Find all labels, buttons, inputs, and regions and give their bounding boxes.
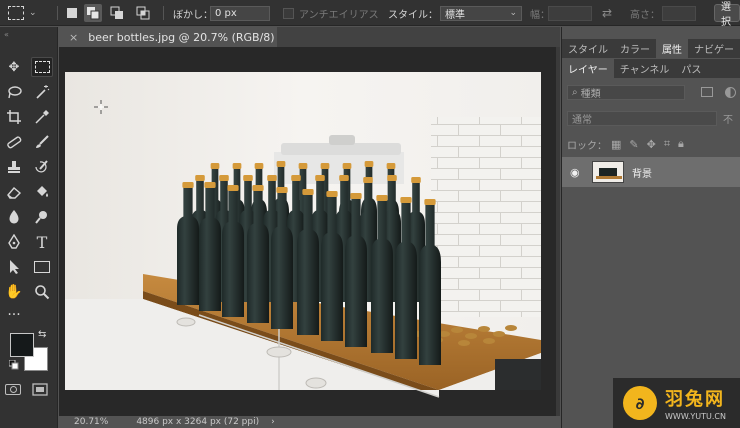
divider xyxy=(57,6,58,20)
document-dimensions: 4896 px x 3264 px (72 ppi) xyxy=(136,417,260,427)
crop-tool-icon[interactable] xyxy=(3,107,25,127)
add-selection-icon xyxy=(84,4,102,22)
checkbox-box xyxy=(283,7,294,19)
lock-paint-icon[interactable]: ✎ xyxy=(629,138,638,151)
height-label: 高さ： xyxy=(630,9,660,21)
rectangular-marquee-icon xyxy=(8,6,24,20)
feather-label: ぼかし： xyxy=(173,9,213,21)
dodge-tool-icon[interactable] xyxy=(31,207,53,227)
blend-mode-select[interactable]: 通常 xyxy=(567,110,717,126)
search-icon: ⌕ xyxy=(572,86,578,98)
layer-filter-select[interactable]: ⌕ 種類 xyxy=(567,84,685,100)
style-select[interactable]: 標準 ⌄ xyxy=(440,5,522,21)
more-tools-icon[interactable]: ··· xyxy=(3,305,25,325)
filter-pixel-icon[interactable] xyxy=(701,87,713,97)
chevron-down-icon: ⌄ xyxy=(509,8,517,18)
lock-transparent-icon[interactable]: ▦ xyxy=(611,138,621,151)
filter-kind-value: 種類 xyxy=(580,88,601,100)
watermark-url: WWW.YUTU.CN xyxy=(665,412,726,421)
height-input[interactable] xyxy=(662,5,696,21)
magic-wand-tool-icon[interactable] xyxy=(31,82,53,102)
type-tool-icon[interactable]: T xyxy=(31,232,53,252)
hand-tool-icon[interactable]: ✋ xyxy=(3,282,25,302)
layer-thumbnail xyxy=(592,161,624,183)
swap-colors-icon[interactable]: ⇆ xyxy=(38,329,46,340)
history-brush-tool-icon[interactable] xyxy=(31,157,53,177)
tools-panel: « ✥ T ✋ ··· ⇆ xyxy=(0,27,58,428)
filter-adjustment-icon[interactable] xyxy=(725,86,736,98)
rectangular-marquee-tool-icon[interactable] xyxy=(31,57,53,77)
style-label: スタイル： xyxy=(388,9,438,21)
lock-label: ロック： xyxy=(567,140,607,152)
select-and-mask-button[interactable]: 選択 xyxy=(714,2,740,28)
screen-mode-icon[interactable] xyxy=(32,383,48,400)
options-bar: ⌄ ぼかし： 0 px アンチエイリアス スタイル： 標準 ⌄ 幅： ⇄ 高さ：… xyxy=(0,0,740,28)
healing-brush-tool-icon[interactable] xyxy=(3,132,25,152)
rabbit-logo-icon: ∂ xyxy=(623,386,657,420)
intersect-selection-button[interactable] xyxy=(136,0,150,26)
eyedropper-tool-icon[interactable] xyxy=(31,107,53,127)
opacity-label: 不 xyxy=(723,114,733,126)
tab-navigator[interactable]: ナビゲー xyxy=(688,39,740,58)
eraser-tool-icon[interactable] xyxy=(3,182,25,202)
swap-width-height-icon[interactable]: ⇄ xyxy=(602,0,612,26)
collapse-arrows-icon[interactable]: « xyxy=(4,30,9,39)
tab-styles[interactable]: スタイル xyxy=(562,39,614,58)
intersect-selection-icon xyxy=(136,6,150,20)
antialias-checkbox[interactable]: アンチエイリアス xyxy=(283,0,379,26)
divider xyxy=(163,6,164,20)
width-label: 幅： xyxy=(530,9,550,21)
zoom-level[interactable]: 20.71% xyxy=(74,417,108,427)
watermark-brand: 羽兔网 xyxy=(665,389,725,410)
antialias-label: アンチエイリアス xyxy=(299,9,379,21)
quick-mask-icon[interactable] xyxy=(5,384,21,395)
clone-stamp-tool-icon[interactable] xyxy=(3,157,25,177)
add-to-selection-button[interactable] xyxy=(84,0,102,26)
canvas-scrollbar[interactable] xyxy=(556,47,560,416)
close-tab-icon[interactable]: × xyxy=(69,31,78,44)
zoom-tool-icon[interactable] xyxy=(31,282,53,302)
right-panel-dock: スタイル カラー 属性 ナビゲー レイヤー チャンネル パス ⌕ 種類 通常 不… xyxy=(561,27,740,428)
status-bar: 20.71% 4896 px x 3264 px (72 ppi) › xyxy=(59,416,560,428)
default-colors-icon[interactable] xyxy=(8,359,19,373)
layer-panel-tabs: レイヤー チャンネル パス xyxy=(562,59,740,78)
subtract-selection-icon xyxy=(110,6,123,19)
tab-paths[interactable]: パス xyxy=(675,59,707,78)
lasso-tool-icon[interactable] xyxy=(3,82,25,102)
tab-properties[interactable]: 属性 xyxy=(656,39,688,58)
width-input[interactable] xyxy=(548,5,592,21)
pen-tool-icon[interactable] xyxy=(3,232,25,252)
canvas-workspace[interactable] xyxy=(59,47,556,416)
chevron-down-icon: ⌄ xyxy=(29,8,37,18)
path-selection-tool-icon[interactable] xyxy=(3,257,25,277)
lock-position-icon[interactable]: ✥ xyxy=(647,138,656,151)
eye-icon[interactable]: ◉ xyxy=(570,166,582,179)
marquee-preset-picker[interactable]: ⌄ xyxy=(8,0,37,26)
tab-layers[interactable]: レイヤー xyxy=(562,59,614,78)
blur-tool-icon[interactable] xyxy=(3,207,25,227)
document-tab-title: beer bottles.jpg @ 20.7% (RGB/8) xyxy=(88,30,275,44)
tab-color[interactable]: カラー xyxy=(614,39,656,58)
style-select-value: 標準 xyxy=(445,9,465,21)
tab-channels[interactable]: チャンネル xyxy=(614,59,676,78)
status-menu-arrow-icon[interactable]: › xyxy=(271,417,275,427)
rectangle-tool-icon[interactable] xyxy=(31,257,53,277)
foreground-color-swatch[interactable] xyxy=(10,333,34,357)
document-tab[interactable]: × beer bottles.jpg @ 20.7% (RGB/8) xyxy=(59,27,277,47)
brush-tool-icon[interactable] xyxy=(31,132,53,152)
layer-name: 背景 xyxy=(632,168,652,180)
document-tab-bar: × beer bottles.jpg @ 20.7% (RGB/8) xyxy=(59,27,560,47)
top-panel-tabs: スタイル カラー 属性 ナビゲー xyxy=(562,39,740,58)
lock-artboard-icon[interactable]: ⌗ xyxy=(664,137,670,151)
subtract-from-selection-button[interactable] xyxy=(110,0,124,26)
move-tool-icon[interactable]: ✥ xyxy=(3,57,25,77)
lock-all-icon[interactable]: 🔒︎ xyxy=(678,137,684,151)
canvas-svg xyxy=(65,72,541,398)
paint-bucket-tool-icon[interactable] xyxy=(31,182,53,202)
watermark-logo: ∂ 羽兔网 WWW.YUTU.CN xyxy=(613,378,740,428)
new-selection-button[interactable] xyxy=(63,0,81,26)
feather-input[interactable]: 0 px xyxy=(210,5,270,21)
layer-row[interactable]: ◉ 背景 xyxy=(562,157,740,187)
